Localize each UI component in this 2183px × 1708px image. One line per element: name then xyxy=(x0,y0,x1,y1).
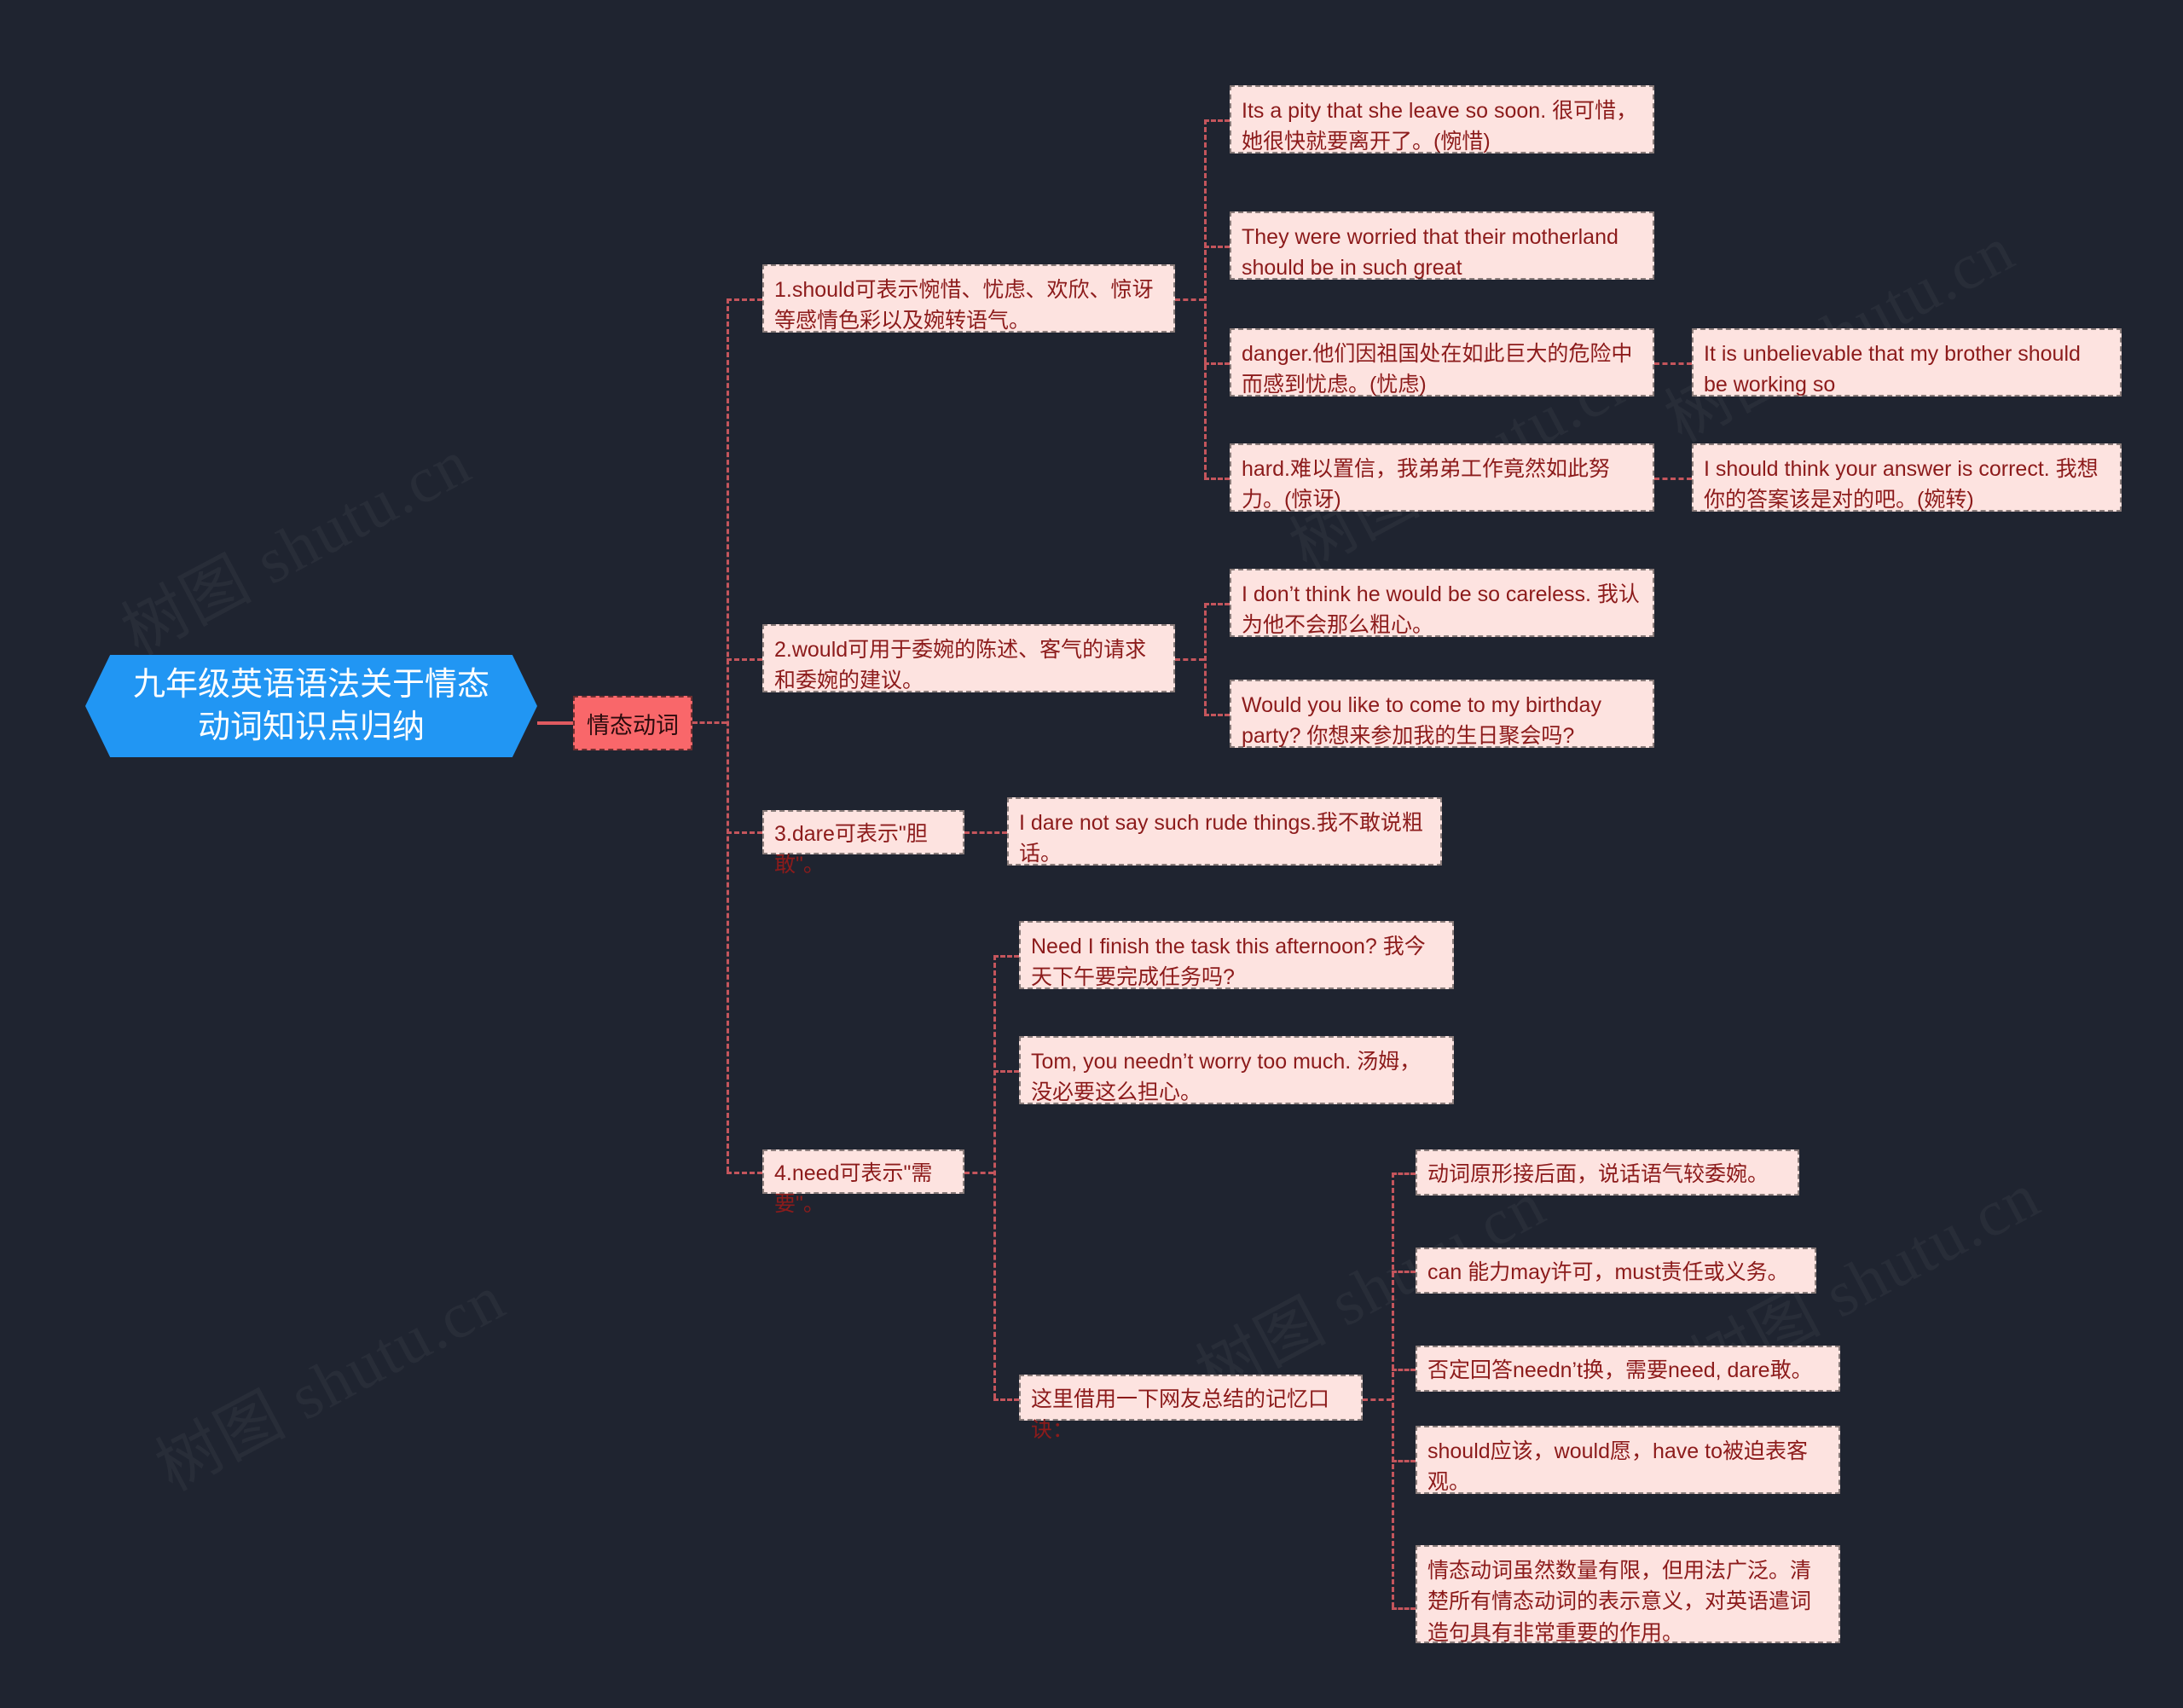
connector-main-spine xyxy=(727,298,729,1172)
connector-would-spine xyxy=(1204,603,1207,714)
connector-mnemonic-child-2 xyxy=(1392,1271,1416,1273)
example-should-1[interactable]: Its a pity that she leave so soon. 很可惜，她… xyxy=(1230,85,1654,153)
root-title-line2: 动词知识点归纳 xyxy=(197,709,425,745)
example-should-2[interactable]: They were worried that their motherland … xyxy=(1230,211,1654,280)
example-dare-1[interactable]: I dare not say such rude things.我不敢说粗话。 xyxy=(1007,797,1442,866)
node-modal-verbs[interactable]: 情态动词 xyxy=(573,696,692,750)
connector-grandchild-2 xyxy=(1654,478,1692,480)
example-would-2[interactable]: Would you like to come to my birthday pa… xyxy=(1230,680,1654,748)
example-need-2[interactable]: Tom, you needn’t worry too much. 汤姆，没必要这… xyxy=(1019,1036,1454,1104)
mindmap-canvas: 树图 shutu.cn 树图 shutu.cn 树图 shutu.cn 树图 s… xyxy=(0,0,2183,1708)
connector-should-child-2 xyxy=(1204,246,1230,248)
connector-mnemonic-spine xyxy=(1392,1172,1394,1607)
node-mnemonic-intro[interactable]: 这里借用一下网友总结的记忆口诀： xyxy=(1019,1375,1363,1442)
connector-would-child-2 xyxy=(1204,714,1230,716)
connector-need-child-1 xyxy=(993,955,1019,958)
connector-should-child-1 xyxy=(1204,119,1230,122)
connector-mnemonic-child-3 xyxy=(1392,1369,1416,1371)
connector-should-child-4 xyxy=(1204,478,1230,480)
connector-root-to-modal xyxy=(537,721,575,725)
connector-mnemonic-child-5 xyxy=(1392,1607,1416,1610)
connector-mnemonic-stub xyxy=(1363,1398,1392,1401)
branch-should-label[interactable]: 1.should可表示惋惜、忧虑、欢欣、惊讶等感情色彩以及婉转语气。 xyxy=(762,264,1175,333)
mnemonic-item-2[interactable]: can 能力may许可，must责任或义务。 xyxy=(1416,1248,1816,1294)
mnemonic-item-4[interactable]: should应该，would愿，have to被迫表客观。 xyxy=(1416,1426,1840,1494)
root-title-line1: 九年级英语语法关于情态 xyxy=(132,666,489,703)
connector-mnemonic-child-4 xyxy=(1392,1460,1416,1462)
watermark: 树图 shutu.cn xyxy=(102,410,484,673)
connector-need-stub xyxy=(964,1172,993,1174)
connector-mnemonic-child-1 xyxy=(1392,1172,1416,1175)
mnemonic-item-1[interactable]: 动词原形接后面，说话语气较委婉。 xyxy=(1416,1149,1799,1196)
connector-should-spine xyxy=(1204,119,1207,478)
connector-would-child-1 xyxy=(1204,603,1230,605)
connector-should-stub xyxy=(1175,298,1204,301)
root-node[interactable]: 九年级英语语法关于情态 动词知识点归纳 xyxy=(85,655,537,757)
example-would-1[interactable]: I don’t think he would be so careless. 我… xyxy=(1230,569,1654,637)
connector-need-spine xyxy=(993,955,996,1398)
connector-to-branch-need xyxy=(727,1172,762,1174)
example-need-1[interactable]: Need I finish the task this afternoon? 我… xyxy=(1019,921,1454,989)
branch-need-label[interactable]: 4.need可表示"需要"。 xyxy=(762,1149,964,1216)
watermark: 树图 shutu.cn xyxy=(136,1246,518,1508)
connector-should-child-3 xyxy=(1204,362,1230,365)
connector-would-stub xyxy=(1175,658,1204,661)
connector-need-child-2 xyxy=(993,1070,1019,1073)
connector-to-branch-should xyxy=(727,298,762,301)
example-should-4[interactable]: hard.难以置信，我弟弟工作竟然如此努力。(惊讶) xyxy=(1230,443,1654,512)
branch-dare-label[interactable]: 3.dare可表示"胆敢"。 xyxy=(762,810,964,877)
connector-need-child-3 xyxy=(993,1398,1019,1401)
mnemonic-item-3[interactable]: 否定回答needn’t换，需要need, dare敢。 xyxy=(1416,1346,1840,1392)
connector-to-branch-dare xyxy=(727,831,762,834)
example-should-3[interactable]: danger.他们因祖国处在如此巨大的危险中而感到忧虑。(忧虑) xyxy=(1230,328,1654,397)
example-should-grandchild-2[interactable]: I should think your answer is correct. 我… xyxy=(1692,443,2122,512)
connector-modal-stub xyxy=(692,721,727,724)
connector-to-branch-would xyxy=(727,658,762,661)
connector-grandchild-1 xyxy=(1654,362,1692,365)
mnemonic-item-5[interactable]: 情态动词虽然数量有限，但用法广泛。清楚所有情态动词的表示意义，对英语遣词造句具有… xyxy=(1416,1545,1840,1645)
connector-dare-child xyxy=(964,831,1007,834)
example-should-grandchild-1[interactable]: It is unbelievable that my brother shoul… xyxy=(1692,328,2122,397)
branch-would-label[interactable]: 2.would可用于委婉的陈述、客气的请求和委婉的建议。 xyxy=(762,624,1175,692)
